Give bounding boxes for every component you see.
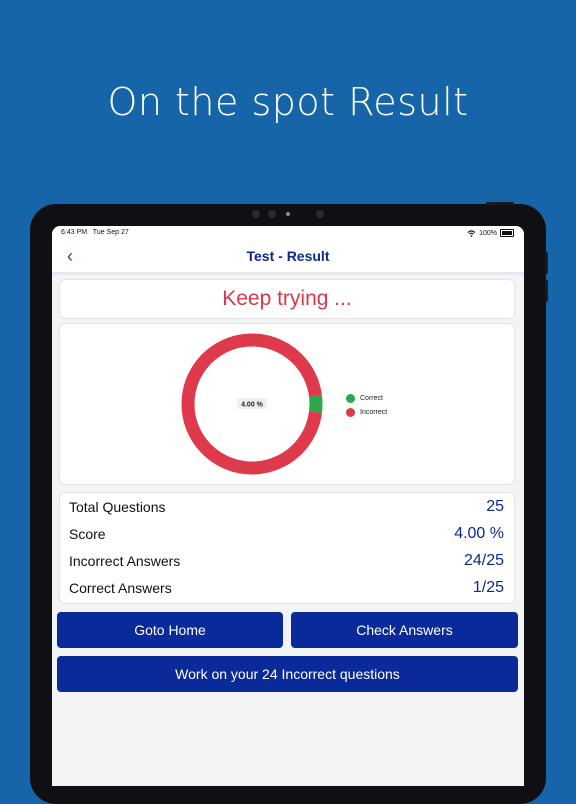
camera-icon xyxy=(286,212,290,216)
status-time-date: 6:43 PM Tue Sep 27 xyxy=(61,229,129,236)
stat-incorrect-answers: Incorrect Answers 24/25 xyxy=(69,551,504,571)
stat-label: Incorrect Answers xyxy=(69,553,181,569)
wifi-icon xyxy=(467,229,476,237)
stat-value: 1/25 xyxy=(472,579,504,596)
app-screen: 6:43 PM Tue Sep 27 100% ‹ Test - Result … xyxy=(52,226,524,786)
battery-percent: 100% xyxy=(479,229,497,237)
chart-card: 4.00 % Correct Incorrect xyxy=(59,323,515,485)
result-message: Keep trying ... xyxy=(222,287,352,310)
legend-label-incorrect: Incorrect xyxy=(360,409,388,416)
stat-label: Total Questions xyxy=(69,499,166,515)
stat-value: 24/25 xyxy=(463,552,504,569)
navigation-bar: ‹ Test - Result xyxy=(52,240,524,275)
stat-label: Correct Answers xyxy=(69,580,172,596)
donut-center-label: 4.00 % xyxy=(241,402,264,409)
stat-value: 4.00 % xyxy=(454,525,504,542)
status-indicators: 100% xyxy=(467,229,514,237)
status-time: 6:43 PM xyxy=(61,229,88,236)
stat-label: Score xyxy=(69,526,106,542)
stat-total-questions: Total Questions 25 xyxy=(69,497,504,517)
headline: On the spot Result xyxy=(107,80,469,124)
sensor-icon xyxy=(316,210,324,218)
status-bar: 6:43 PM Tue Sep 27 100% xyxy=(52,226,524,240)
legend-dot-incorrect xyxy=(346,408,355,417)
donut-slice-correct xyxy=(309,395,323,413)
work-incorrect-questions-button[interactable]: Work on your 24 Incorrect questions xyxy=(57,656,518,692)
volume-down-button xyxy=(545,280,548,302)
result-content: Keep trying ... 4.00 % Correct Incorrect… xyxy=(52,275,524,786)
legend-item-correct: Correct xyxy=(346,394,387,403)
legend-dot-correct xyxy=(346,394,355,403)
status-date: Tue Sep 27 xyxy=(92,229,129,236)
volume-up-button xyxy=(545,252,548,274)
battery-icon xyxy=(500,229,514,237)
check-answers-button[interactable]: Check Answers xyxy=(291,612,518,648)
score-donut-chart: 4.00 % xyxy=(181,333,323,475)
stats-card: Total Questions 25 Score 4.00 % Incorrec… xyxy=(59,492,515,604)
goto-home-button[interactable]: Goto Home xyxy=(57,612,283,648)
page-title: Test - Result xyxy=(246,248,330,264)
stat-score: Score 4.00 % xyxy=(69,524,504,544)
result-message-card: Keep trying ... xyxy=(59,279,515,319)
stat-value: 25 xyxy=(486,498,504,515)
sensor-icon xyxy=(252,210,260,218)
legend-label-correct: Correct xyxy=(360,395,383,402)
stat-correct-answers: Correct Answers 1/25 xyxy=(69,578,504,598)
chart-legend: Correct Incorrect xyxy=(346,394,387,422)
camera-bar xyxy=(250,209,330,219)
power-button xyxy=(486,202,514,205)
sensor-icon xyxy=(268,210,276,218)
legend-item-incorrect: Incorrect xyxy=(346,408,387,417)
